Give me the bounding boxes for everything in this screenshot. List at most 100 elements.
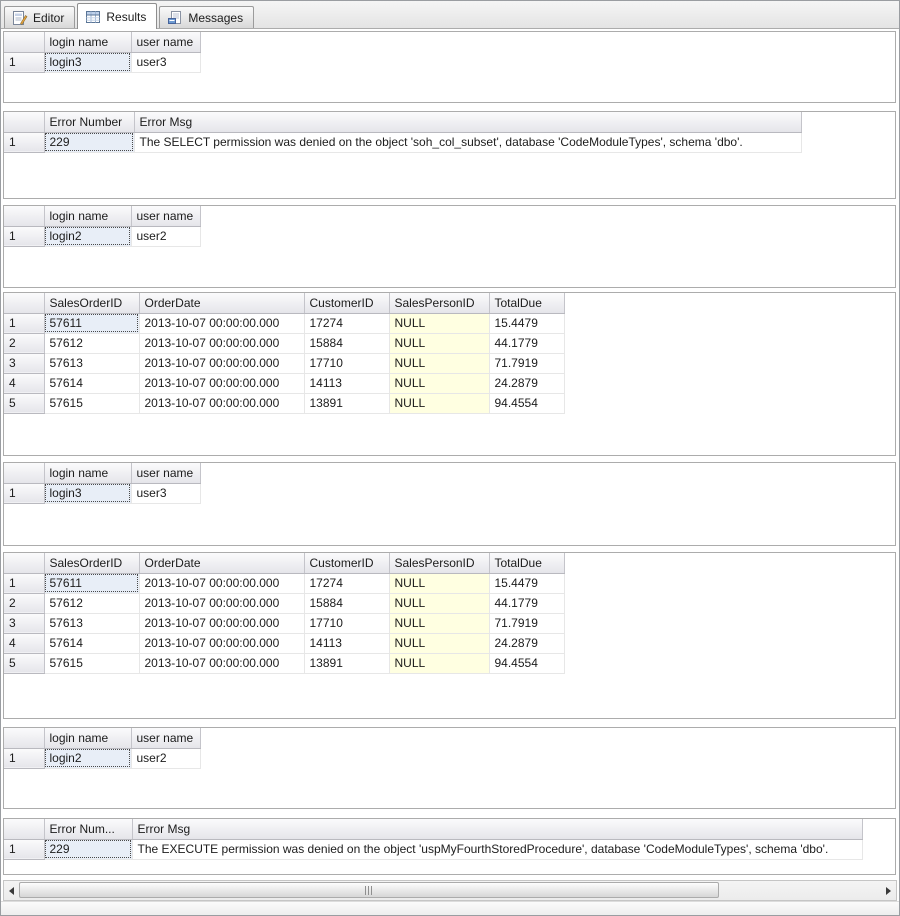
row-header[interactable]: 1	[4, 313, 45, 334]
row-header[interactable]: 1	[4, 483, 45, 504]
grid-cell[interactable]: 2013-10-07 00:00:00.000	[139, 573, 305, 594]
grid-cell[interactable]: 15.4479	[489, 573, 565, 594]
grid-cell[interactable]: 57615	[44, 653, 140, 674]
grid-cell[interactable]: 17274	[304, 313, 390, 334]
grid-cell[interactable]: user3	[131, 52, 201, 73]
tab-results[interactable]: Results	[77, 3, 158, 29]
grid-cell[interactable]: 2013-10-07 00:00:00.000	[139, 653, 305, 674]
column-header[interactable]: SalesOrderID	[44, 553, 140, 574]
grid-cell[interactable]: 94.4554	[489, 393, 565, 414]
grid-cell[interactable]: 57614	[44, 373, 140, 394]
grid-cell[interactable]: 57615	[44, 393, 140, 414]
grid-cell[interactable]: 24.2879	[489, 633, 565, 654]
grid-cell[interactable]: 57612	[44, 333, 140, 354]
grid-cell[interactable]: 17274	[304, 573, 390, 594]
column-header[interactable]: user name	[131, 206, 201, 227]
column-header[interactable]: TotalDue	[489, 553, 565, 574]
grid-cell[interactable]: NULL	[389, 333, 490, 354]
grid-cell[interactable]: 15.4479	[489, 313, 565, 334]
grid-cell[interactable]: 2013-10-07 00:00:00.000	[139, 313, 305, 334]
corner-header[interactable]	[4, 32, 45, 53]
column-header[interactable]: OrderDate	[139, 293, 305, 314]
grid-cell[interactable]: 2013-10-07 00:00:00.000	[139, 613, 305, 634]
grid-cell[interactable]: 94.4554	[489, 653, 565, 674]
corner-header[interactable]	[4, 112, 45, 133]
grid-cell[interactable]: 17710	[304, 353, 390, 374]
grid-cell[interactable]: 229	[44, 132, 135, 153]
grid-cell[interactable]: 24.2879	[489, 373, 565, 394]
row-header[interactable]: 2	[4, 593, 45, 614]
grid-cell[interactable]: 2013-10-07 00:00:00.000	[139, 633, 305, 654]
grid-cell[interactable]: 15884	[304, 333, 390, 354]
horizontal-scroll-thumb[interactable]	[19, 882, 719, 898]
grid-cell[interactable]: 13891	[304, 393, 390, 414]
column-header[interactable]: login name	[44, 463, 132, 484]
grid-cell[interactable]: NULL	[389, 653, 490, 674]
grid-cell[interactable]: NULL	[389, 593, 490, 614]
grid-cell[interactable]: user2	[131, 226, 201, 247]
grid-cell[interactable]: 17710	[304, 613, 390, 634]
row-header[interactable]: 5	[4, 393, 45, 414]
corner-header[interactable]	[4, 463, 45, 484]
grid-cell[interactable]: The SELECT permission was denied on the …	[134, 132, 802, 153]
column-header[interactable]: TotalDue	[489, 293, 565, 314]
column-header[interactable]: user name	[131, 463, 201, 484]
column-header[interactable]: user name	[131, 32, 201, 53]
column-header[interactable]: SalesPersonID	[389, 553, 490, 574]
grid-cell[interactable]: 2013-10-07 00:00:00.000	[139, 393, 305, 414]
column-header[interactable]: OrderDate	[139, 553, 305, 574]
grid-cell[interactable]: 57611	[44, 313, 140, 334]
row-header[interactable]: 1	[4, 226, 45, 247]
grid-cell[interactable]: NULL	[389, 373, 490, 394]
tab-messages[interactable]: Messages	[159, 6, 255, 28]
column-header[interactable]: Error Msg	[132, 819, 863, 840]
grid-cell[interactable]: 57613	[44, 613, 140, 634]
column-header[interactable]: Error Number	[44, 112, 135, 133]
scroll-right-button[interactable]	[881, 881, 896, 900]
scroll-left-button[interactable]	[4, 881, 19, 900]
grid-cell[interactable]: 229	[44, 839, 133, 860]
grid-cell[interactable]: login2	[44, 748, 132, 769]
grid-cell[interactable]: 14113	[304, 373, 390, 394]
grid-cell[interactable]: user3	[131, 483, 201, 504]
column-header[interactable]: login name	[44, 728, 132, 749]
grid-cell[interactable]: 71.7919	[489, 613, 565, 634]
grid-cell[interactable]: user2	[131, 748, 201, 769]
row-header[interactable]: 1	[4, 839, 45, 860]
row-header[interactable]: 4	[4, 373, 45, 394]
row-header[interactable]: 2	[4, 333, 45, 354]
column-header[interactable]: Error Msg	[134, 112, 802, 133]
corner-header[interactable]	[4, 728, 45, 749]
row-header[interactable]: 4	[4, 633, 45, 654]
grid-cell[interactable]: 57614	[44, 633, 140, 654]
column-header[interactable]: login name	[44, 32, 132, 53]
grid-cell[interactable]: 57613	[44, 353, 140, 374]
grid-cell[interactable]: 44.1779	[489, 593, 565, 614]
row-header[interactable]: 3	[4, 353, 45, 374]
corner-header[interactable]	[4, 553, 45, 574]
row-header[interactable]: 1	[4, 573, 45, 594]
grid-cell[interactable]: NULL	[389, 353, 490, 374]
grid-cell[interactable]: 14113	[304, 633, 390, 654]
grid-cell[interactable]: 57612	[44, 593, 140, 614]
grid-cell[interactable]: NULL	[389, 613, 490, 634]
corner-header[interactable]	[4, 293, 45, 314]
column-header[interactable]: SalesOrderID	[44, 293, 140, 314]
grid-cell[interactable]: 13891	[304, 653, 390, 674]
grid-cell[interactable]: NULL	[389, 573, 490, 594]
column-header[interactable]: login name	[44, 206, 132, 227]
grid-cell[interactable]: The EXECUTE permission was denied on the…	[132, 839, 863, 860]
horizontal-scrollbar[interactable]	[3, 880, 897, 901]
grid-cell[interactable]: NULL	[389, 313, 490, 334]
row-header[interactable]: 1	[4, 132, 45, 153]
row-header[interactable]: 1	[4, 748, 45, 769]
grid-cell[interactable]: NULL	[389, 633, 490, 654]
grid-cell[interactable]: login3	[44, 52, 132, 73]
grid-cell[interactable]: login3	[44, 483, 132, 504]
grid-cell[interactable]: 71.7919	[489, 353, 565, 374]
grid-cell[interactable]: 57611	[44, 573, 140, 594]
column-header[interactable]: SalesPersonID	[389, 293, 490, 314]
corner-header[interactable]	[4, 819, 45, 840]
column-header[interactable]: CustomerID	[304, 293, 390, 314]
tab-editor[interactable]: Editor	[4, 6, 76, 28]
